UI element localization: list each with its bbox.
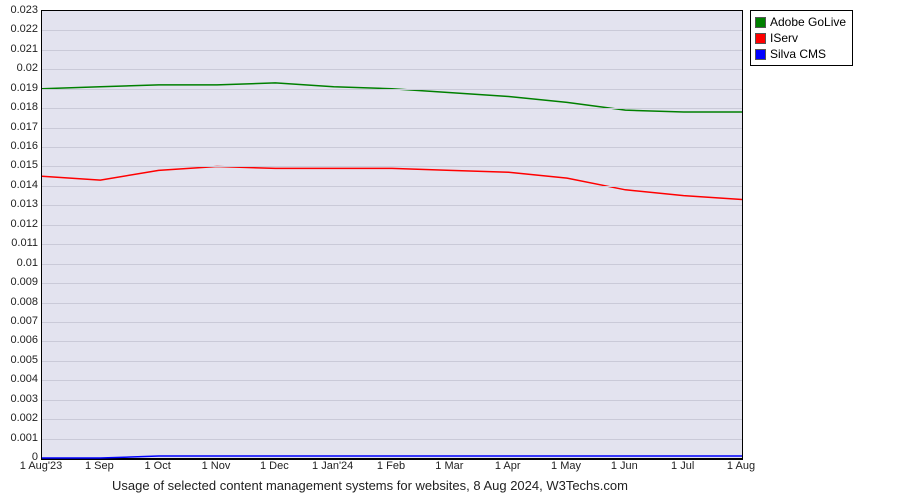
- y-tick-label: 0.002: [3, 412, 38, 424]
- y-tick-label: 0.016: [3, 140, 38, 152]
- grid-line: [42, 50, 742, 51]
- grid-line: [42, 283, 742, 284]
- y-tick-label: 0.02: [3, 62, 38, 74]
- x-tick-label: 1 May: [551, 460, 581, 472]
- x-tick-label: 1 Aug: [727, 460, 755, 472]
- y-tick-label: 0.015: [3, 159, 38, 171]
- legend-swatch: [755, 33, 766, 44]
- y-tick-label: 0.023: [3, 4, 38, 16]
- x-tick-label: 1 Apr: [495, 460, 521, 472]
- legend-item: Silva CMS: [755, 46, 846, 62]
- grid-line: [42, 303, 742, 304]
- y-tick-label: 0.017: [3, 121, 38, 133]
- grid-line: [42, 380, 742, 381]
- x-tick-label: 1 Dec: [260, 460, 289, 472]
- legend: Adobe GoLiveIServSilva CMS: [750, 10, 853, 66]
- grid-line: [42, 439, 742, 440]
- legend-label: Silva CMS: [770, 46, 826, 62]
- y-tick-label: 0.021: [3, 43, 38, 55]
- grid-line: [42, 147, 742, 148]
- y-tick-label: 0.006: [3, 334, 38, 346]
- y-tick-label: 0.004: [3, 373, 38, 385]
- grid-line: [42, 186, 742, 187]
- y-tick-label: 0.001: [3, 432, 38, 444]
- x-tick-label: 1 Mar: [435, 460, 463, 472]
- x-tick-label: 1 Feb: [377, 460, 405, 472]
- grid-line: [42, 205, 742, 206]
- legend-label: IServ: [770, 30, 798, 46]
- series-line: [42, 166, 742, 199]
- legend-item: Adobe GoLive: [755, 14, 846, 30]
- legend-item: IServ: [755, 30, 846, 46]
- legend-swatch: [755, 17, 766, 28]
- y-tick-label: 0.019: [3, 82, 38, 94]
- y-tick-label: 0.009: [3, 276, 38, 288]
- grid-line: [42, 322, 742, 323]
- grid-line: [42, 69, 742, 70]
- y-tick-label: 0.012: [3, 218, 38, 230]
- y-tick-label: 0.008: [3, 296, 38, 308]
- grid-line: [42, 89, 742, 90]
- y-tick-label: 0.011: [3, 237, 38, 249]
- chart-container: Adobe GoLiveIServSilva CMS Usage of sele…: [0, 0, 900, 500]
- grid-line: [42, 166, 742, 167]
- grid-line: [42, 128, 742, 129]
- grid-line: [42, 341, 742, 342]
- y-tick-label: 0.014: [3, 179, 38, 191]
- legend-label: Adobe GoLive: [770, 14, 846, 30]
- x-tick-label: 1 Jun: [611, 460, 638, 472]
- grid-line: [42, 244, 742, 245]
- grid-line: [42, 400, 742, 401]
- y-tick-label: 0.013: [3, 198, 38, 210]
- grid-line: [42, 30, 742, 31]
- y-tick-label: 0.022: [3, 23, 38, 35]
- x-tick-label: 1 Aug'23: [20, 460, 62, 472]
- y-tick-label: 0.018: [3, 101, 38, 113]
- grid-line: [42, 225, 742, 226]
- chart-svg: [42, 11, 742, 458]
- grid-line: [42, 419, 742, 420]
- x-tick-label: 1 Oct: [145, 460, 171, 472]
- x-tick-label: 1 Sep: [85, 460, 114, 472]
- grid-line: [42, 361, 742, 362]
- grid-line: [42, 108, 742, 109]
- series-line: [42, 456, 742, 458]
- x-tick-label: 1 Jul: [671, 460, 694, 472]
- legend-swatch: [755, 49, 766, 60]
- chart-caption: Usage of selected content management sys…: [0, 478, 740, 493]
- y-tick-label: 0.003: [3, 393, 38, 405]
- y-tick-label: 0.007: [3, 315, 38, 327]
- y-tick-label: 0.01: [3, 257, 38, 269]
- y-tick-label: 0.005: [3, 354, 38, 366]
- plot-area: [41, 10, 743, 460]
- grid-line: [42, 264, 742, 265]
- x-tick-label: 1 Nov: [202, 460, 231, 472]
- x-tick-label: 1 Jan'24: [312, 460, 353, 472]
